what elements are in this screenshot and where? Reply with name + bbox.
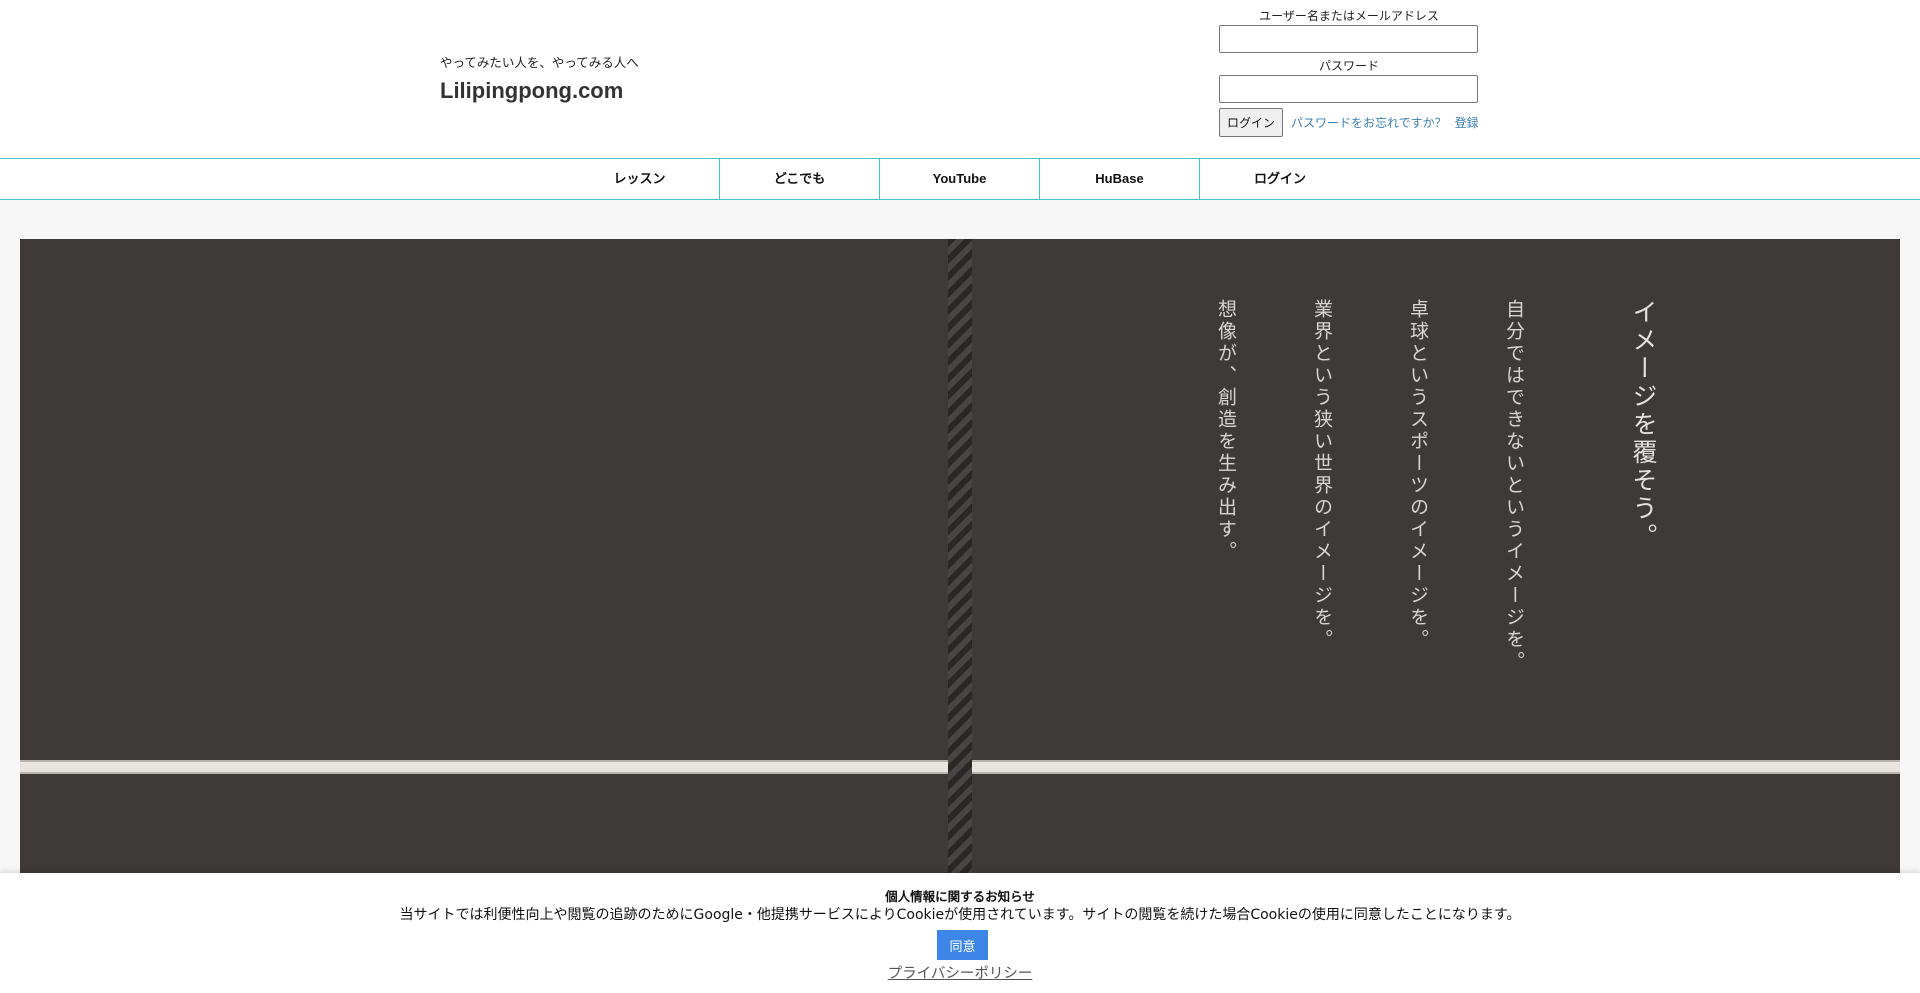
username-label: ユーザー名またはメールアドレス: [1259, 9, 1439, 23]
password-label: パスワード: [1318, 59, 1379, 73]
register-link[interactable]: 登録: [1455, 114, 1479, 131]
cookie-agree-button[interactable]: 同意: [937, 930, 988, 960]
main-nav: レッスン どこでも YouTube HuBase ログイン: [0, 158, 1920, 200]
hero-headline: イメージを覆そう。: [1629, 299, 1658, 551]
nav-item-login[interactable]: ログイン: [1200, 159, 1360, 199]
hero-banner: イメージを覆そう。 自分ではできないというイメージを。 卓球というスポーツのイメ…: [20, 239, 1900, 899]
site-title[interactable]: Lilipingpong.com: [440, 78, 623, 104]
cookie-text: 当サイトでは利便性向上や閲覧の追跡のためにGoogle・他提携サービスによりCo…: [399, 907, 1521, 923]
hero-line: 業界という狭い世界のイメージを。: [1311, 299, 1333, 651]
nav-item-anywhere[interactable]: どこでも: [720, 159, 880, 199]
nav-items: レッスン どこでも YouTube HuBase ログイン: [560, 159, 1360, 199]
privacy-policy-link[interactable]: プライバシーポリシー: [0, 962, 1920, 983]
hero-center-stripe: [948, 239, 972, 899]
hero-line: 自分ではできないというイメージを。: [1503, 299, 1525, 673]
username-field[interactable]: [1219, 25, 1478, 53]
login-button[interactable]: ログイン: [1219, 108, 1284, 137]
login-actions: ログイン パスワードをお忘れですか？ 登録: [1219, 108, 1479, 137]
forgot-password-link[interactable]: パスワードをお忘れですか？: [1291, 114, 1447, 131]
password-field[interactable]: [1219, 75, 1478, 103]
cookie-title: 個人情報に関するお知らせ: [885, 889, 1035, 904]
hero-line: 卓球というスポーツのイメージを。: [1407, 299, 1429, 651]
login-form: ユーザー名またはメールアドレス パスワード ログイン パスワードをお忘れですか？…: [1219, 8, 1479, 137]
site-header: やってみたい人を、やってみる人へ Lilipingpong.com ユーザー名ま…: [0, 0, 1920, 158]
nav-item-hubase[interactable]: HuBase: [1040, 159, 1200, 199]
hero-line: 想像が、創造を生み出す。: [1215, 299, 1237, 563]
site-tagline: やってみたい人を、やってみる人へ: [440, 55, 639, 70]
nav-item-lessons[interactable]: レッスン: [560, 159, 720, 199]
cookie-banner: 個人情報に関するお知らせ 当サイトでは利便性向上や閲覧の追跡のためにGoogle…: [0, 873, 1920, 993]
nav-item-youtube[interactable]: YouTube: [880, 159, 1040, 199]
